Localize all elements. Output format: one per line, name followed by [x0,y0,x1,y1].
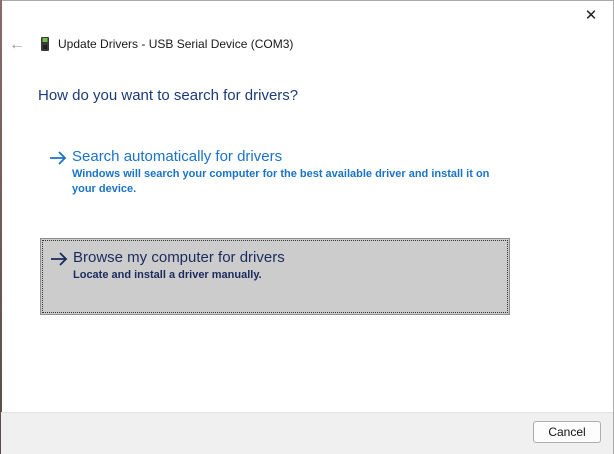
search-automatically-option[interactable]: Search automatically for drivers Windows… [40,143,510,207]
dialog-window [0,0,614,454]
close-button[interactable]: ✕ [578,4,604,26]
option-title: Search automatically for drivers [72,148,283,165]
option-description: Windows will search your computer for th… [72,168,490,195]
usb-device-icon [41,37,49,51]
dialog-header: Update Drivers - USB Serial Device (COM3… [38,36,293,52]
arrow-right-icon [51,252,68,266]
cancel-button[interactable]: Cancel [533,421,601,443]
background-window-edge [0,0,2,454]
option-title: Browse my computer for drivers [73,249,285,266]
back-arrow-icon: ← [9,36,25,53]
close-icon: ✕ [584,7,598,24]
page-heading: How do you want to search for drivers? [38,87,299,104]
back-button[interactable]: ← [6,34,28,56]
arrow-right-icon [50,151,67,165]
option-description: Locate and install a driver manually. [73,269,262,281]
browse-computer-option[interactable]: Browse my computer for drivers Locate an… [40,238,510,315]
window-title: Update Drivers - USB Serial Device (COM3… [58,37,294,51]
dialog-footer [1,412,613,454]
